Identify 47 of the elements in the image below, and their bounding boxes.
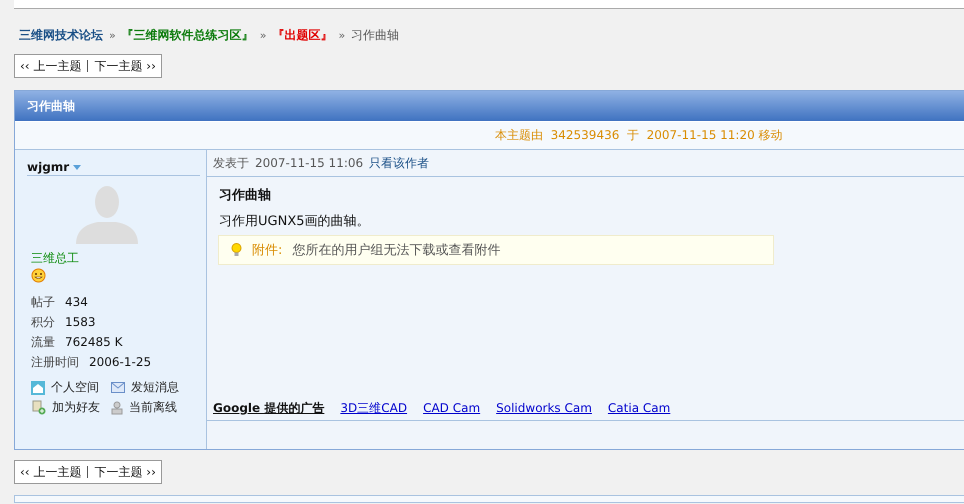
next-thread-link[interactable]: 下一主题 ›› bbox=[94, 464, 156, 480]
avatar-placeholder bbox=[76, 184, 138, 244]
stat-label: 流量 bbox=[31, 334, 55, 351]
user-rank: 三维总工 bbox=[31, 250, 80, 267]
previous-thread-link[interactable]: ‹‹ 上一主题 bbox=[20, 58, 82, 74]
stat-value: 1583 bbox=[65, 314, 96, 331]
dropdown-caret-icon[interactable] bbox=[73, 164, 82, 170]
move-notice: 本主题由 342539436 于 2007-11-15 11:20 移动 bbox=[495, 127, 783, 144]
stat-label: 积分 bbox=[31, 314, 55, 331]
stat-label: 帖子 bbox=[31, 294, 55, 311]
breadcrumb-separator: » bbox=[260, 28, 266, 42]
home-icon bbox=[31, 380, 45, 394]
author-name[interactable]: wjgmr bbox=[27, 160, 70, 174]
ads-label: Google 提供的广告 bbox=[213, 400, 324, 416]
posted-time: 2007-11-15 11:06 bbox=[255, 156, 364, 170]
breadcrumb-separator: » bbox=[109, 28, 116, 42]
user-action-link[interactable]: 当前离线 bbox=[111, 399, 191, 416]
previous-thread-link[interactable]: ‹‹ 上一主题 bbox=[20, 464, 82, 480]
stat-value: 434 bbox=[65, 294, 88, 311]
offline-user-icon bbox=[111, 400, 123, 414]
mail-icon bbox=[111, 382, 125, 393]
attachment-label: 附件: bbox=[252, 242, 282, 259]
attachment-text: 您所在的用户组无法下载或查看附件 bbox=[292, 242, 500, 259]
breadcrumb-link[interactable]: 『出题区』 bbox=[272, 26, 332, 44]
stat-label: 注册时间 bbox=[31, 354, 79, 371]
breadcrumb-link[interactable]: 习作曲轴 bbox=[351, 26, 400, 44]
stat-value: 762485 K bbox=[65, 334, 122, 351]
ad-link[interactable]: 3D三维CAD bbox=[340, 400, 408, 416]
ad-link[interactable]: Solidworks Cam bbox=[496, 401, 592, 415]
post-subject: 习作曲轴 bbox=[219, 187, 272, 204]
smiley-icon bbox=[31, 268, 46, 283]
posted-label: 发表于 bbox=[213, 154, 249, 172]
ad-link[interactable]: Catia Cam bbox=[608, 401, 670, 415]
next-thread-link[interactable]: 下一主题 ›› bbox=[94, 58, 156, 74]
only-author-link[interactable]: 只看该作者 bbox=[369, 154, 430, 172]
breadcrumb-link[interactable]: 三维网技术论坛 bbox=[19, 26, 103, 44]
user-action-link[interactable]: 个人空间 bbox=[31, 379, 111, 396]
stat-value: 2006-1-25 bbox=[89, 354, 152, 371]
lightbulb-icon bbox=[231, 243, 242, 257]
thread-title: 习作曲轴 bbox=[27, 98, 75, 114]
user-action-link[interactable]: 加为好友 bbox=[31, 399, 111, 416]
user-action-link[interactable]: 发短消息 bbox=[111, 379, 191, 396]
post-body: 习作用UGNX5画的曲轴。 bbox=[219, 213, 370, 230]
breadcrumb-separator: » bbox=[338, 28, 346, 42]
ad-link[interactable]: CAD Cam bbox=[423, 401, 480, 415]
add-friend-icon bbox=[31, 400, 46, 415]
breadcrumb-link[interactable]: 『三维网软件总练习区』 bbox=[122, 26, 254, 44]
